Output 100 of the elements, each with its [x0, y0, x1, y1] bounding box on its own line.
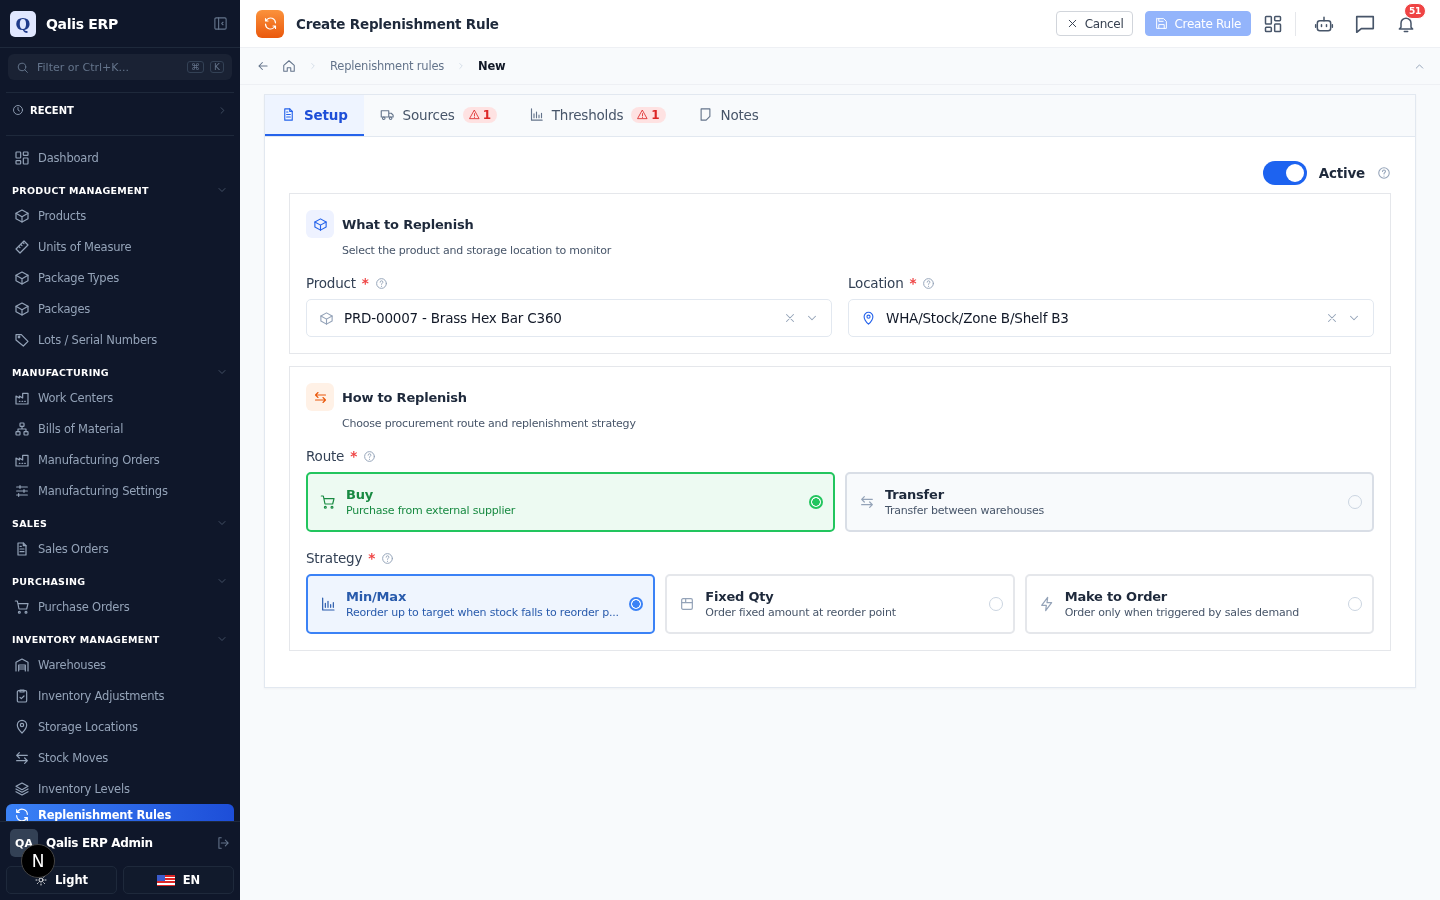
tab[interactable]: Notes [681, 95, 775, 136]
help-icon [381, 551, 395, 565]
sidebar-item[interactable]: Bills of Material [6, 413, 234, 444]
refresh-icon [14, 807, 30, 821]
sidebar-item[interactable]: Inventory Adjustments [6, 680, 234, 711]
location-pin-icon [14, 718, 30, 735]
sidebar-item[interactable]: Dashboard [6, 142, 234, 173]
sidebar-item[interactable]: Replenishment Rules [6, 804, 234, 821]
logout-button[interactable] [216, 836, 230, 850]
group-heading: SALES [12, 517, 48, 529]
option-card[interactable]: Fixed Qty Order fixed amount at reorder point [665, 574, 1015, 634]
radio-button[interactable] [629, 597, 644, 611]
sidebar-item[interactable]: Units of Measure [6, 231, 234, 262]
warning-icon [637, 109, 649, 120]
sidebar-item[interactable]: Stock Moves [6, 742, 234, 773]
refresh-icon [262, 16, 278, 31]
home-link[interactable] [282, 59, 296, 73]
option-card[interactable]: Make to Order Order only when triggered by sales demand [1024, 574, 1374, 634]
required-mark: * [361, 275, 369, 291]
select-field[interactable]: PRD-00007 - Brass Hex Bar C360 [306, 299, 832, 337]
sidebar-item[interactable]: Work Centers [6, 382, 234, 413]
theme-button[interactable]: Light [6, 866, 117, 894]
back-button[interactable] [256, 59, 270, 73]
chevron-right-icon [308, 61, 318, 71]
sun-icon [34, 874, 47, 886]
box-icon [312, 216, 328, 232]
help-icon [1377, 166, 1391, 180]
flag-icon [156, 874, 175, 886]
bar-chart-icon [528, 107, 544, 122]
tab[interactable]: Setup [265, 95, 364, 136]
field-label: Location [848, 275, 904, 291]
document-icon [281, 107, 296, 122]
help-icon [363, 449, 377, 463]
required-mark: * [350, 448, 358, 464]
home-icon [282, 59, 296, 73]
sidebar-item[interactable]: Sales Orders [6, 533, 234, 564]
truck-icon [379, 107, 395, 122]
sidebar-item[interactable]: Package Types [6, 262, 234, 293]
swap-arrows-icon [859, 494, 875, 510]
sidebar-item[interactable]: Inventory Levels [6, 773, 234, 804]
sidebar-toggle-icon [213, 16, 228, 31]
shortcut-key: ⌘ [187, 61, 205, 73]
swap-arrows-icon [14, 749, 30, 766]
sidebar-item[interactable]: Products [6, 200, 234, 231]
option-title: Make to Order [1064, 589, 1169, 604]
clipboard-icon [14, 687, 30, 704]
sidebar-item[interactable]: Manufacturing Orders [6, 444, 234, 475]
sidebar-item[interactable]: Manufacturing Settings [6, 475, 234, 506]
warning-badge: 1 [462, 106, 497, 123]
recent-toggle[interactable]: RECENT [6, 92, 234, 136]
help-icon [922, 276, 936, 290]
lightning-icon [1038, 596, 1055, 612]
filter-field[interactable]: Filter or Ctrl+K... [35, 59, 182, 75]
app-name: Qalis ERP [46, 15, 119, 32]
option-description: Reorder up to target when stock falls to reorder p... [346, 606, 620, 619]
ruler-icon [14, 238, 30, 255]
apps-button[interactable] [1263, 13, 1283, 34]
swap-arrows-icon [312, 389, 328, 405]
select-field[interactable]: WHA/Stock/Zone B/Shelf B3 [848, 299, 1374, 337]
tab[interactable]: Sources 1 [363, 95, 513, 136]
cart-icon [320, 494, 336, 510]
option-description: Transfer between warehouses [885, 504, 1046, 517]
option-card[interactable]: Min/Max Reorder up to target when stock falls to reorder p... [306, 574, 656, 634]
dashboard-icon [1263, 13, 1283, 34]
option-title: Transfer [885, 487, 945, 502]
cancel-button[interactable]: Cancel [1055, 11, 1134, 36]
search-icon [16, 60, 29, 74]
sidebar-item[interactable]: Lots / Serial Numbers [6, 324, 234, 355]
sliders-icon [14, 482, 30, 499]
help-icon [374, 276, 388, 290]
radio-button[interactable] [809, 495, 823, 509]
collapse-sidebar-button[interactable] [213, 16, 228, 31]
language-button[interactable]: EN [123, 866, 234, 894]
sidebar-item[interactable]: Purchase Orders [6, 591, 234, 622]
logout-icon [216, 836, 230, 850]
toggle-switch[interactable] [1262, 161, 1307, 185]
app-logo: Q [10, 10, 36, 37]
sidebar-item[interactable]: Warehouses [6, 649, 234, 680]
field-label: Product [306, 275, 356, 291]
sidebar-item[interactable]: Storage Locations [6, 711, 234, 742]
note-icon [697, 107, 713, 122]
notification-count: 51 [1403, 2, 1426, 19]
back-arrow-icon [256, 59, 270, 73]
breadcrumb-item: New [478, 59, 506, 73]
sidebar-item[interactable]: Packages [6, 293, 234, 324]
option-card[interactable]: Buy Purchase from external supplier [306, 472, 835, 532]
section-title: How to Replenish [342, 389, 467, 405]
group-heading: PURCHASING [12, 575, 86, 587]
option-card[interactable]: Transfer Transfer between warehouses [845, 472, 1374, 532]
group-heading: PRODUCT MANAGEMENT [12, 184, 149, 196]
clock-icon [12, 104, 24, 116]
warehouse-icon [14, 656, 30, 673]
field-label: Route [306, 448, 345, 464]
dashboard-icon [14, 149, 30, 166]
breadcrumb-item[interactable]: Replenishment rules [330, 59, 445, 73]
layers-icon [14, 780, 30, 797]
option-description: Purchase from external supplier [346, 504, 517, 517]
tab[interactable]: Thresholds 1 [512, 95, 682, 136]
box-icon [14, 207, 30, 224]
save-icon [1155, 17, 1169, 30]
